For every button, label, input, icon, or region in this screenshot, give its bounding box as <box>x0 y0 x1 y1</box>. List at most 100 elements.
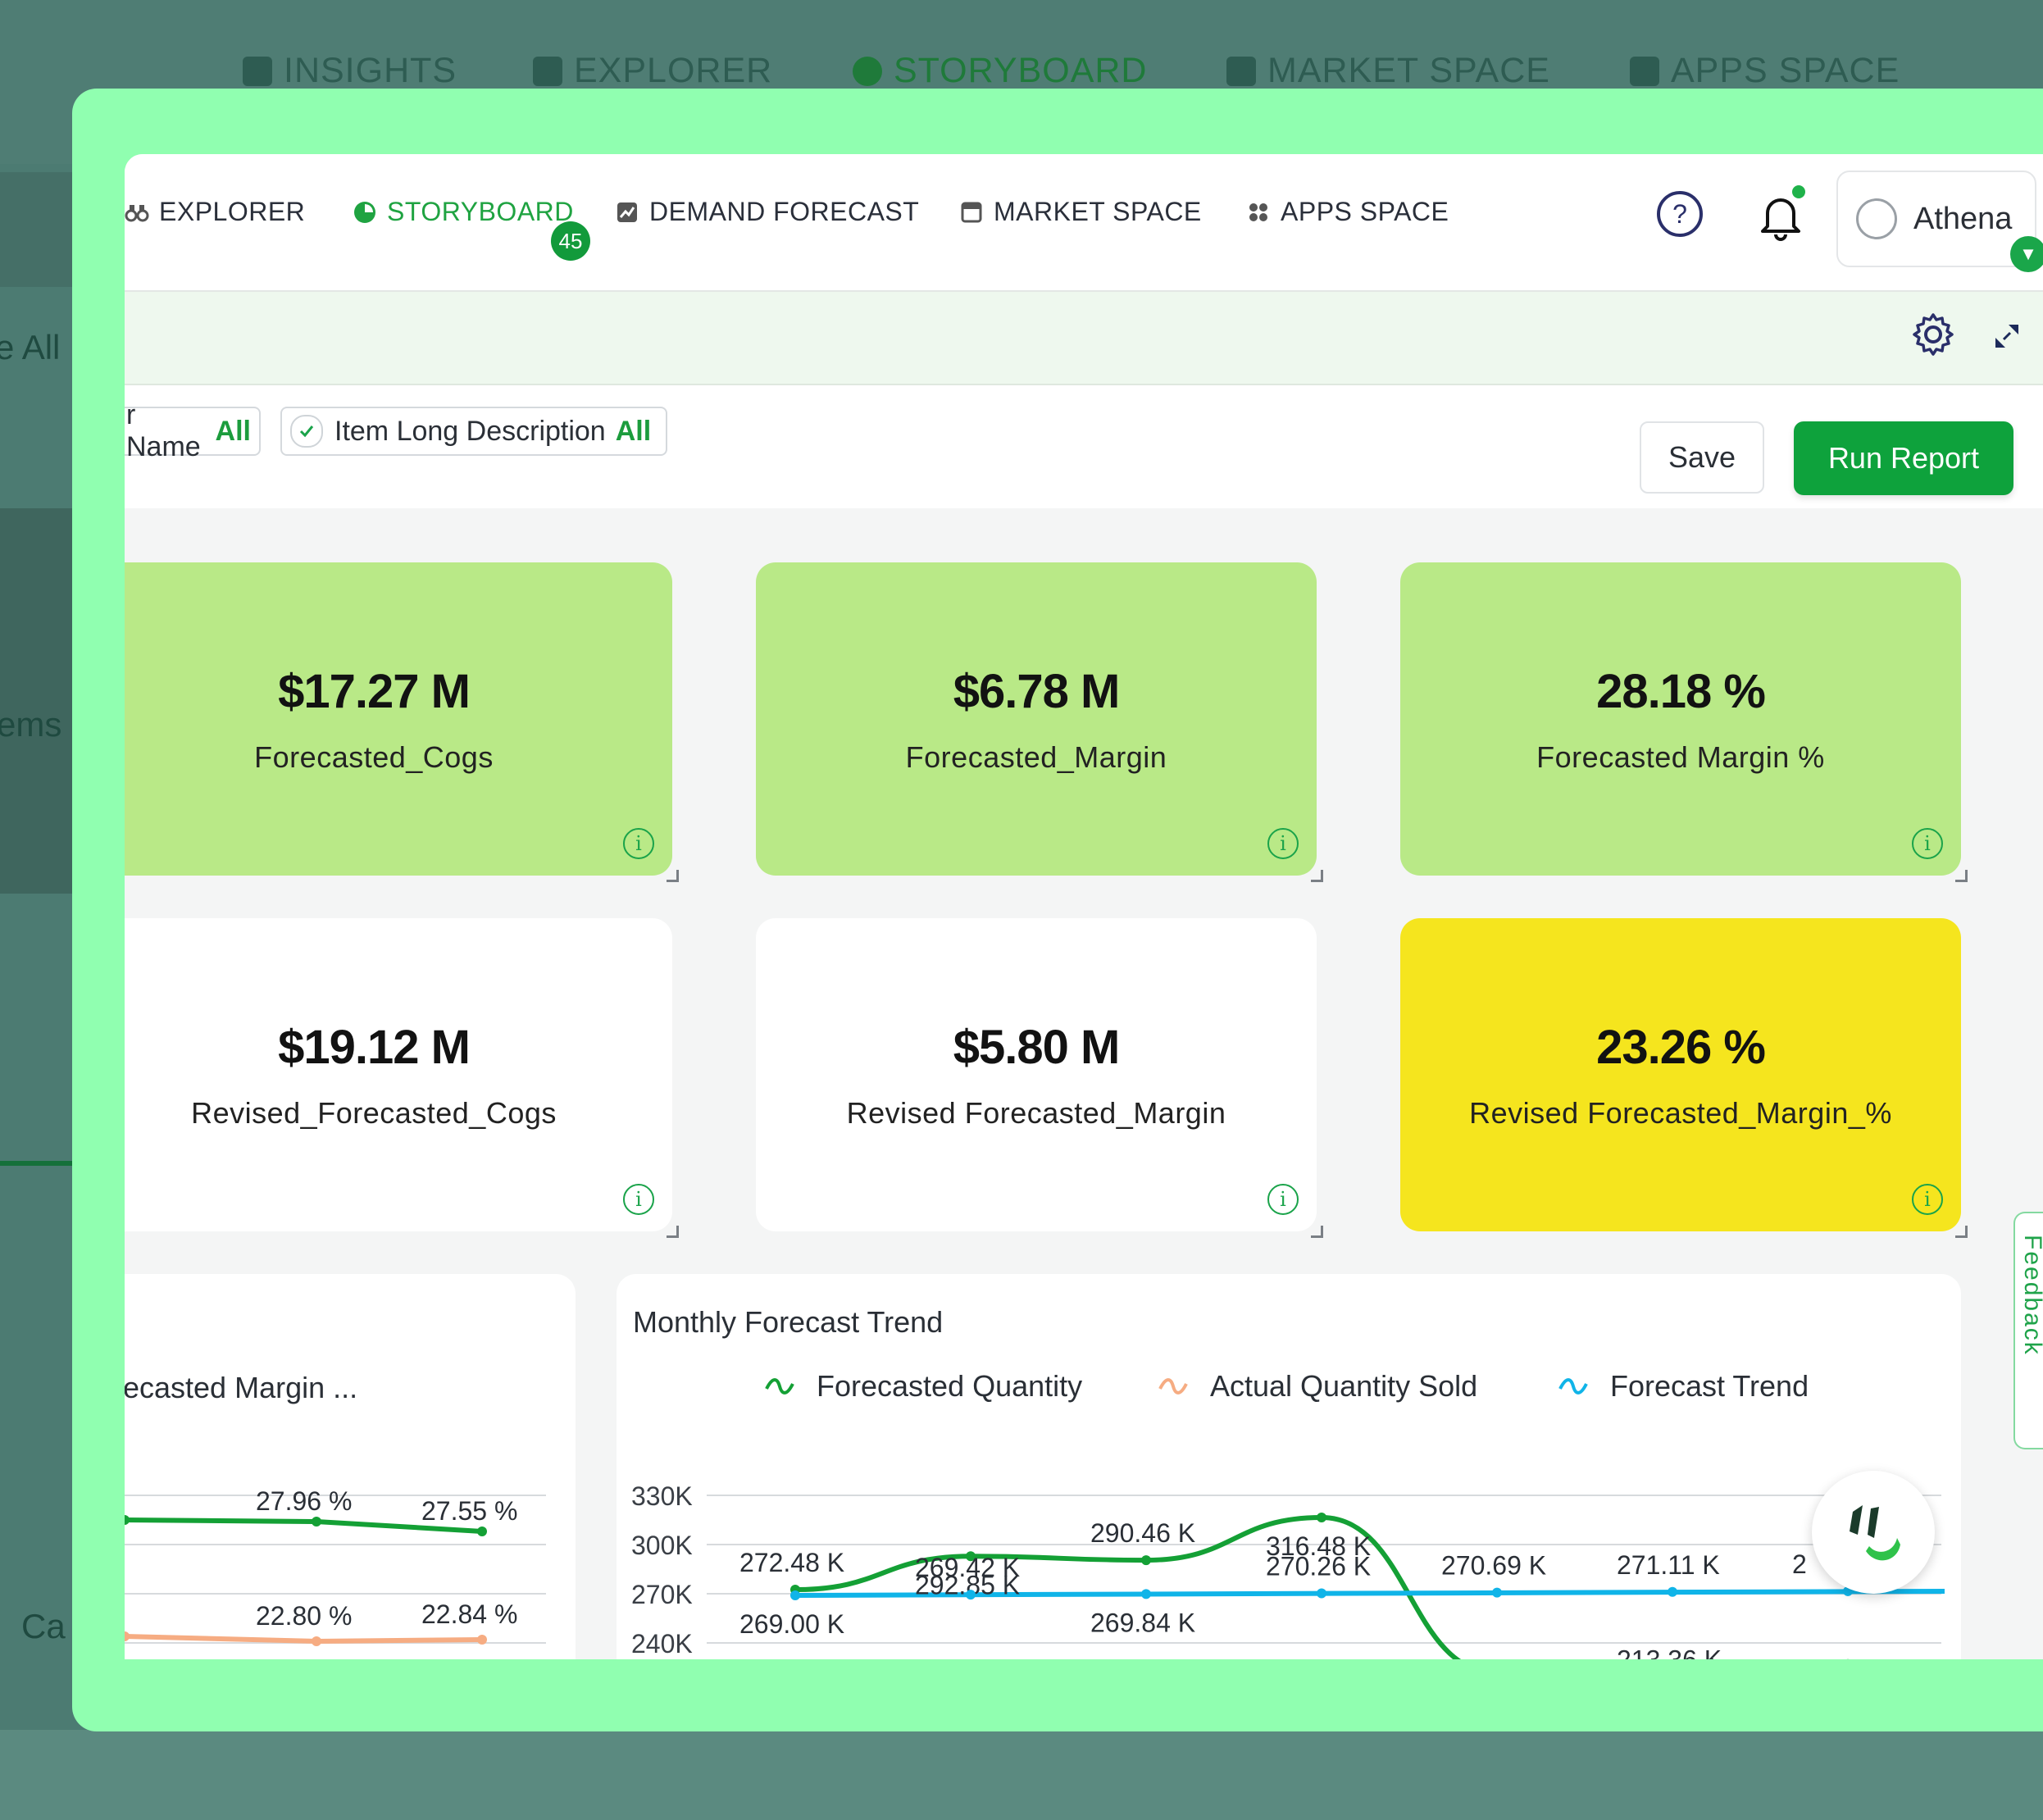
data-point <box>312 1636 321 1646</box>
data-point-forecast-trend <box>1317 1588 1326 1599</box>
data-label: 271.11 K <box>1617 1550 1720 1580</box>
market-icon <box>961 202 982 222</box>
monthly-forecast-trend-chart: 330K300K270K240K272.48 K292.85 K290.46 K… <box>631 1481 1945 1659</box>
notification-dot <box>1792 185 1805 198</box>
data-point-forecast-trend <box>1141 1589 1151 1599</box>
data-point <box>312 1517 321 1527</box>
storyboard-icon <box>354 201 375 223</box>
resize-handle[interactable] <box>1311 870 1323 882</box>
resize-handle[interactable] <box>1311 1226 1323 1238</box>
run-report-button[interactable]: Run Report <box>1794 421 2013 495</box>
data-label: 269.00 K <box>739 1609 844 1639</box>
kpi-card-forecasted-cogs: $17.27 M Forecasted_Cogs i <box>125 562 679 882</box>
y-tick-label: 270K <box>631 1580 693 1609</box>
nav-storyboard[interactable]: STORYBOARD <box>353 197 574 227</box>
check-icon <box>290 415 323 448</box>
bg-nav-market-space: MARKET SPACE <box>1226 51 1550 91</box>
chart-trend-icon <box>617 202 637 222</box>
resize-handle[interactable] <box>667 870 679 882</box>
info-icon[interactable]: i <box>1267 1184 1299 1215</box>
data-label: 27.55 % <box>421 1496 517 1526</box>
nav-market-space[interactable]: MARKET SPACE <box>959 197 1202 227</box>
data-point-forecasted-quantity <box>1317 1513 1326 1523</box>
user-menu[interactable]: Athena <box>1836 171 2036 267</box>
resize-handle[interactable] <box>1955 870 1968 882</box>
data-point-forecast-trend <box>966 1590 976 1600</box>
bg-nav-storyboard: STORYBOARD <box>853 51 1148 91</box>
data-label: 27.96 % <box>256 1486 352 1516</box>
resize-handle[interactable] <box>667 1226 679 1238</box>
kpi-value: $6.78 M <box>953 664 1121 718</box>
data-label: 213.36 K <box>1617 1645 1722 1659</box>
data-point-forecast-trend <box>1492 1587 1502 1598</box>
data-label: 269.42 K <box>915 1553 1020 1582</box>
data-point <box>477 1527 487 1536</box>
info-icon[interactable]: i <box>623 828 654 859</box>
info-icon[interactable]: i <box>623 1184 654 1215</box>
top-navigation: EXPLORER STORYBOARD 45 DEMAND FORECAST M… <box>125 154 2043 292</box>
kpi-value: $19.12 M <box>278 1020 471 1074</box>
data-label: 2 <box>1792 1549 1807 1579</box>
kpi-value: $5.80 M <box>953 1020 1121 1074</box>
data-point <box>125 1515 130 1525</box>
storyboard-icon <box>853 56 882 86</box>
data-label: 290.46 K <box>1090 1518 1195 1548</box>
data-label: 22.80 % <box>256 1601 352 1631</box>
collapse-icon[interactable] <box>1992 321 2022 351</box>
kpi-label: Revised Forecasted_Margin <box>846 1095 1226 1130</box>
y-tick-label: 330K <box>631 1481 693 1511</box>
chevron-down-icon[interactable]: ▼ <box>2010 236 2043 272</box>
monthly-forecast-trend-card: Monthly Forecast Trend Forecasted Quanti… <box>617 1274 1961 1659</box>
gear-icon[interactable] <box>1910 312 1956 357</box>
svg-text:?: ? <box>1672 199 1687 229</box>
toolbar-strip <box>125 292 2043 385</box>
kpi-card-forecasted-margin: $6.78 M Forecasted_Margin i <box>756 562 1323 882</box>
resize-handle[interactable] <box>1955 1226 1968 1238</box>
kpi-label: Forecasted_Cogs <box>254 739 494 774</box>
bg-nav-apps-space: APPS SPACE <box>1630 51 1900 91</box>
data-point-forecast-trend <box>790 1590 800 1600</box>
kpi-label: Revised_Forecasted_Cogs <box>191 1095 557 1130</box>
info-icon[interactable]: i <box>1267 828 1299 859</box>
kpi-card-revised-forecasted-cogs: $19.12 M Revised_Forecasted_Cogs i <box>125 918 679 1238</box>
filter-chip-name[interactable]: r Name All <box>125 399 261 462</box>
bg-fragment: e All <box>0 328 61 366</box>
nav-apps-space[interactable]: APPS SPACE <box>1246 197 1449 227</box>
nav-explorer[interactable]: EXPLORER <box>125 197 305 227</box>
chat-assistant-button[interactable] <box>1812 1471 1935 1594</box>
nav-demand-forecast[interactable]: DEMAND FORECAST <box>615 197 919 227</box>
data-point-forecast-trend <box>1668 1586 1677 1597</box>
data-label: 22.84 % <box>421 1599 517 1629</box>
bg-nav-explorer: EXPLORER <box>533 51 772 91</box>
info-icon[interactable]: i <box>1912 828 1943 859</box>
bg-fragment: Ca <box>21 1607 66 1645</box>
kpi-value: $17.27 M <box>278 664 471 718</box>
y-tick-label: 300K <box>631 1531 693 1560</box>
insights-icon <box>243 56 272 86</box>
series-line-revised-margin-pct <box>125 1633 483 1645</box>
binoculars-icon <box>533 56 562 86</box>
data-label: 270.26 K <box>1266 1551 1371 1581</box>
user-name: Athena <box>1913 201 2013 236</box>
margin-chart-card: recasted Margin ... 04 %27.96 %27.55 %37… <box>125 1274 576 1659</box>
kpi-label: Forecasted Margin % <box>1536 739 1825 774</box>
apps-grid-icon <box>1630 56 1659 86</box>
data-label: 270.69 K <box>1441 1551 1546 1581</box>
data-point-forecasted-quantity <box>1141 1555 1151 1566</box>
data-label: 272.48 K <box>739 1548 844 1577</box>
info-icon[interactable]: i <box>1912 1184 1943 1215</box>
kpi-label: Revised Forecasted_Margin_% <box>1469 1095 1892 1130</box>
apps-grid-icon <box>1249 202 1267 221</box>
storyboard-count-badge: 45 <box>551 221 590 261</box>
feedback-tab[interactable]: Feedback <box>2013 1212 2043 1449</box>
help-icon[interactable]: ? <box>1656 190 1704 238</box>
background-left-panel: e All ems Ca <box>0 164 82 1722</box>
save-button[interactable]: Save <box>1640 421 1764 494</box>
kpi-value: 23.26 % <box>1596 1020 1766 1074</box>
margin-chart: 04 %27.96 %27.55 %37 %22.80 %22.84 % <box>125 1486 546 1646</box>
chatbot-logo-icon <box>1850 1505 1900 1561</box>
filter-chip-item-long-description[interactable]: Item Long Description All <box>280 407 667 456</box>
data-point <box>477 1635 487 1645</box>
kpi-card-revised-forecasted-margin: $5.80 M Revised Forecasted_Margin i <box>756 918 1323 1238</box>
bg-fragment: ems <box>0 705 62 744</box>
